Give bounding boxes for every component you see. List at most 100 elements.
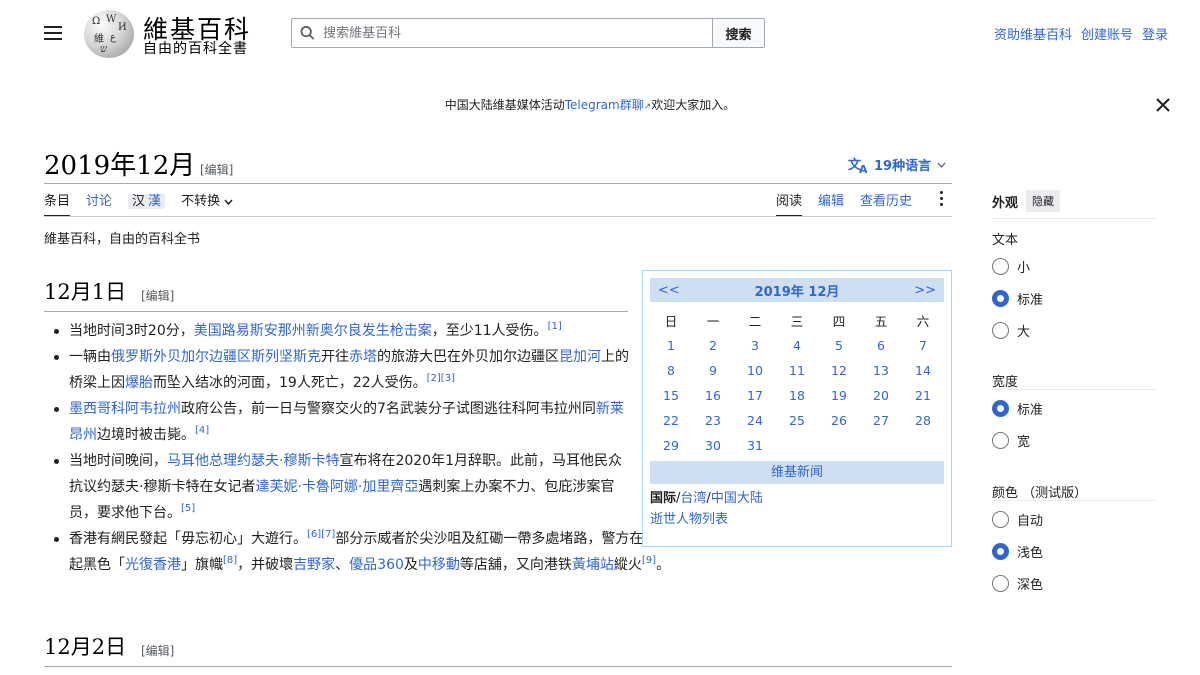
width-option[interactable]: 标准: [992, 399, 1043, 418]
calendar-day-link[interactable]: 22: [650, 408, 692, 433]
color-label: 颜色 （测试版）: [992, 486, 1088, 501]
calendar-day-link[interactable]: 31: [734, 433, 776, 458]
calendar-day-link[interactable]: 23: [692, 408, 734, 433]
color-option[interactable]: 浅色: [992, 542, 1043, 561]
event-link[interactable]: 美国路易斯安那州新奥尔良发生枪击案: [194, 323, 432, 339]
calendar-day-link[interactable]: 18: [776, 383, 818, 408]
event-link[interactable]: 中移動: [418, 557, 460, 573]
calendar-day-link[interactable]: 5: [818, 333, 860, 358]
donate-link[interactable]: 资助维基百科: [994, 24, 1072, 43]
text-size-option[interactable]: 大: [992, 321, 1030, 340]
variant-simplified[interactable]: 汉: [132, 194, 145, 209]
search-button[interactable]: 搜索: [713, 18, 765, 48]
event-link[interactable]: 昆加河: [559, 349, 601, 365]
calendar-day-link[interactable]: 20: [860, 383, 902, 408]
calendar-day-link[interactable]: 6: [860, 333, 902, 358]
telegram-link[interactable]: Telegram群聊: [565, 98, 644, 112]
section-edit-link[interactable]: [编辑]: [141, 287, 174, 304]
create-account-link[interactable]: 创建账号: [1081, 24, 1133, 43]
event-link[interactable]: 優品360: [349, 557, 404, 573]
event-link[interactable]: 俄罗斯外贝加尔边疆区斯列坚斯克: [111, 349, 321, 365]
deaths-list-link[interactable]: 逝世人物列表: [650, 512, 728, 527]
reference-link[interactable]: [6][7]: [307, 529, 335, 540]
close-icon[interactable]: [1154, 96, 1172, 114]
calendar-day-link[interactable]: 12: [818, 358, 860, 383]
search-input[interactable]: [323, 25, 712, 41]
calendar-day-link[interactable]: 26: [818, 408, 860, 433]
event-link[interactable]: 達芙妮·卡魯阿娜·加里齊亞: [255, 479, 418, 495]
calendar-day-link[interactable]: 25: [776, 408, 818, 433]
radio-button[interactable]: [992, 290, 1009, 307]
title-edit-link[interactable]: [编辑]: [200, 161, 233, 178]
calendar-day-link[interactable]: 30: [692, 433, 734, 458]
tab-edit[interactable]: 编辑: [818, 190, 844, 217]
wikinews-header[interactable]: 维基新闻: [650, 461, 944, 484]
news-link-mainland[interactable]: 中国大陆: [711, 491, 763, 506]
calendar-day-link[interactable]: 24: [734, 408, 776, 433]
section-edit-link[interactable]: [编辑]: [141, 642, 174, 659]
calendar-day-link[interactable]: 2: [692, 333, 734, 358]
event-link[interactable]: 爆胎: [125, 375, 153, 391]
variant-switch[interactable]: 汉漢: [128, 190, 166, 217]
search-field[interactable]: [291, 18, 713, 48]
radio-button[interactable]: [992, 543, 1009, 560]
reference-link[interactable]: [2][3]: [427, 373, 455, 384]
no-convert-dropdown[interactable]: 不转换: [181, 190, 233, 217]
news-link-taiwan[interactable]: 台湾: [680, 491, 706, 506]
radio-button[interactable]: [992, 432, 1009, 449]
tab-history[interactable]: 查看历史: [860, 190, 912, 217]
calendar-day-link[interactable]: 9: [692, 358, 734, 383]
reference-link[interactable]: [5]: [181, 503, 195, 514]
calendar-day-link[interactable]: 11: [776, 358, 818, 383]
event-link[interactable]: 赤塔: [349, 349, 377, 365]
hide-button[interactable]: 隐藏: [1026, 190, 1061, 212]
wikipedia-globe-logo[interactable]: ΩW И維 عש: [84, 10, 134, 58]
calendar-day-link[interactable]: 14: [902, 358, 944, 383]
calendar-day-link[interactable]: 7: [902, 333, 944, 358]
tab-article[interactable]: 条目: [44, 190, 71, 217]
more-tools-icon[interactable]: [940, 191, 944, 209]
event-link[interactable]: 黃埔站: [572, 557, 614, 573]
calendar-day-link[interactable]: 10: [734, 358, 776, 383]
calendar-day-link[interactable]: 3: [734, 333, 776, 358]
color-option[interactable]: 自动: [992, 510, 1043, 529]
calendar-day-link[interactable]: 27: [860, 408, 902, 433]
calendar-day-link[interactable]: 17: [734, 383, 776, 408]
calendar-day-link[interactable]: 19: [818, 383, 860, 408]
tab-talk[interactable]: 讨论: [86, 190, 112, 217]
calendar-day-link[interactable]: 15: [650, 383, 692, 408]
reference-link[interactable]: [4]: [195, 425, 209, 436]
calendar-day-link[interactable]: 29: [650, 433, 692, 458]
calendar-day-link[interactable]: 28: [902, 408, 944, 433]
reference-link[interactable]: [1]: [548, 321, 562, 332]
login-link[interactable]: 登录: [1142, 24, 1168, 43]
variant-traditional[interactable]: 漢: [148, 194, 161, 209]
color-option[interactable]: 深色: [992, 574, 1043, 593]
prev-month-link[interactable]: <<: [658, 283, 680, 298]
radio-button[interactable]: [992, 322, 1009, 339]
main-menu-icon[interactable]: [44, 26, 62, 40]
radio-button[interactable]: [992, 511, 1009, 528]
calendar-day-link[interactable]: 13: [860, 358, 902, 383]
calendar-day-link[interactable]: 21: [902, 383, 944, 408]
width-option[interactable]: 宽: [992, 431, 1030, 450]
reference-link[interactable]: [9]: [642, 555, 656, 566]
next-month-link[interactable]: >>: [914, 283, 936, 298]
text-size-option[interactable]: 小: [992, 257, 1030, 276]
radio-button[interactable]: [992, 575, 1009, 592]
calendar-day-link[interactable]: 8: [650, 358, 692, 383]
calendar-day-link[interactable]: 1: [650, 333, 692, 358]
calendar-month-link[interactable]: 2019年 12月: [755, 281, 840, 300]
event-link[interactable]: 光復香港: [125, 557, 181, 573]
calendar-day-link[interactable]: 4: [776, 333, 818, 358]
event-link[interactable]: 吉野家: [293, 557, 335, 573]
language-button[interactable]: 文 A 19种语言: [848, 155, 946, 174]
event-link[interactable]: 墨西哥科阿韦拉州: [69, 401, 181, 417]
radio-button[interactable]: [992, 258, 1009, 275]
radio-button[interactable]: [992, 400, 1009, 417]
tab-read[interactable]: 阅读: [776, 190, 803, 217]
text-size-option[interactable]: 标准: [992, 289, 1043, 308]
reference-link[interactable]: [8]: [223, 555, 237, 566]
calendar-day-link[interactable]: 16: [692, 383, 734, 408]
event-link[interactable]: 马耳他总理约瑟夫·穆斯卡特: [167, 453, 339, 469]
